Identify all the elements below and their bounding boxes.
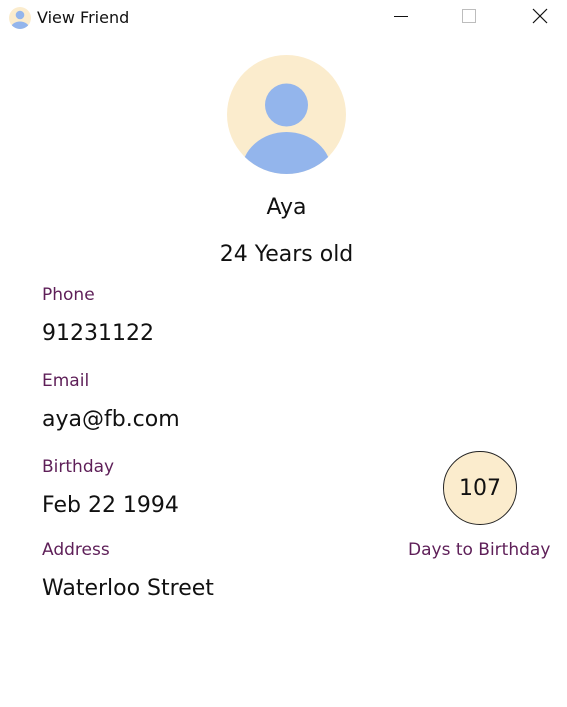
days-to-birthday-label: Days to Birthday [408,540,551,560]
window-title: View Friend [37,8,130,27]
birthday-value: Feb 22 1994 [42,493,179,518]
birthday-label: Birthday [42,457,115,477]
email-label: Email [42,371,90,391]
view-friend-window: View Friend Aya 24 Years old Phone 91231… [0,0,567,707]
close-button[interactable] [517,0,563,36]
title-bar[interactable]: View Friend [0,0,567,36]
days-to-birthday-count: 107 [459,475,501,501]
phone-label: Phone [42,285,95,305]
address-value: Waterloo Street [42,576,214,601]
minimize-button[interactable] [378,0,424,36]
person-silhouette-icon [227,55,346,178]
friend-name: Aya [266,195,307,220]
close-icon [531,7,549,29]
friend-age: 24 Years old [219,242,354,267]
minimize-icon [393,8,409,28]
maximize-icon [461,8,477,28]
phone-value: 91231122 [42,321,154,346]
user-avatar-icon [8,6,32,30]
email-value: aya@fb.com [42,407,180,432]
address-label: Address [42,540,110,560]
days-to-birthday-badge: 107 [443,451,517,525]
profile-avatar [227,55,346,174]
maximize-button[interactable] [446,0,492,36]
